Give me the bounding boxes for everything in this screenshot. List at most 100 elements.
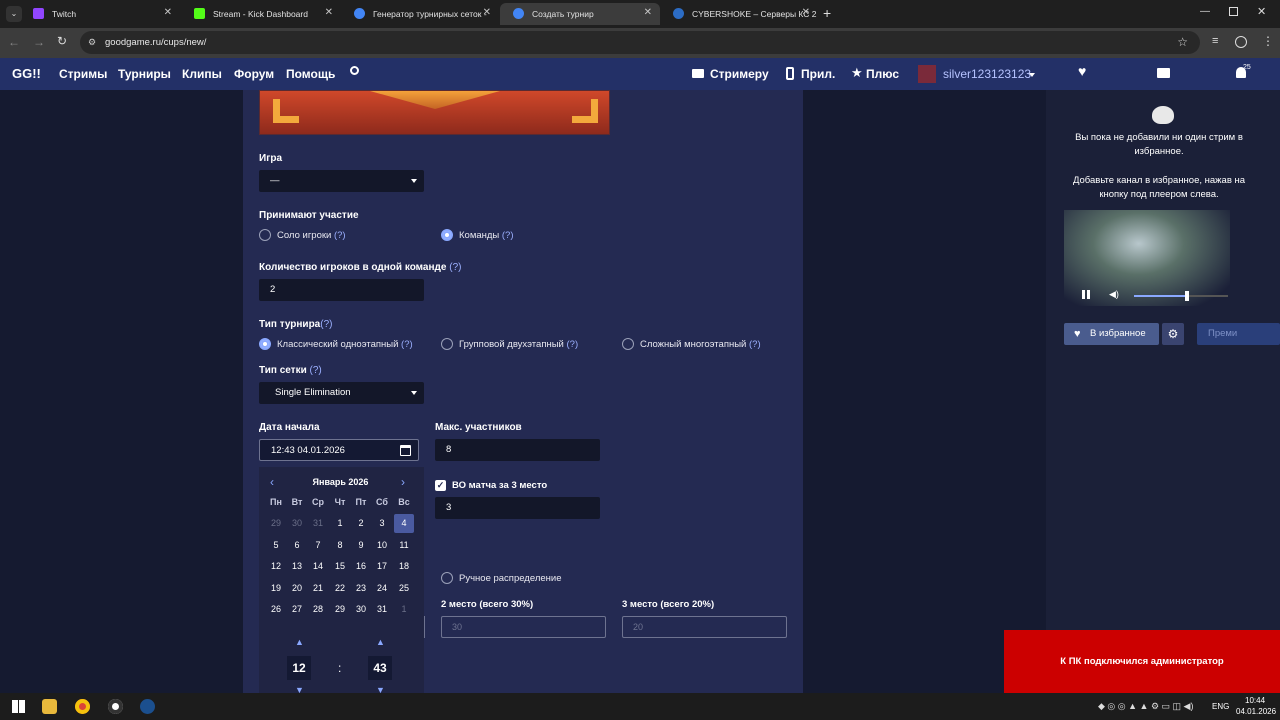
calendar-day[interactable]: 1 bbox=[394, 604, 414, 614]
solo-radio-label[interactable]: Соло игроки (?) bbox=[277, 230, 346, 241]
windows-start-icon[interactable] bbox=[12, 700, 25, 713]
streamer-link[interactable]: Стримеру bbox=[710, 67, 769, 81]
volume-icon[interactable]: ◀) bbox=[1109, 289, 1119, 300]
site-info-icon[interactable]: ⚙ bbox=[88, 31, 96, 54]
bookmark-star-icon[interactable]: ☆ bbox=[1177, 31, 1188, 54]
restore-icon[interactable] bbox=[1229, 7, 1238, 16]
calendar-day[interactable]: 14 bbox=[308, 561, 328, 571]
premium-button[interactable]: Преми bbox=[1197, 323, 1280, 345]
nav-streams[interactable]: Стримы bbox=[59, 67, 107, 81]
calendar-day[interactable]: 20 bbox=[287, 583, 307, 593]
favorites-heart-icon[interactable]: ♥ bbox=[1078, 63, 1086, 79]
group-type-radio[interactable] bbox=[441, 338, 453, 350]
calendar-day[interactable]: 15 bbox=[330, 561, 350, 571]
calendar-day[interactable]: 13 bbox=[287, 561, 307, 571]
calendar-day[interactable]: 18 bbox=[394, 561, 414, 571]
calendar-day[interactable]: 8 bbox=[330, 540, 350, 550]
tab-bracket-generator[interactable]: Генератор турнирных сеток - ✕ bbox=[341, 3, 499, 25]
bracket-type-select[interactable]: Single Elimination bbox=[259, 382, 424, 404]
app-icon[interactable] bbox=[108, 699, 123, 714]
nav-clips[interactable]: Клипы bbox=[182, 67, 222, 81]
help-link[interactable]: (?) bbox=[449, 262, 461, 273]
solo-radio[interactable] bbox=[259, 229, 271, 241]
calendar-day[interactable]: 16 bbox=[351, 561, 371, 571]
chrome-icon[interactable] bbox=[75, 699, 90, 714]
gg-logo[interactable]: GG!! bbox=[12, 66, 41, 81]
tab-create-tournament[interactable]: Создать турнир ✕ bbox=[500, 3, 660, 25]
calendar-day[interactable]: 26 bbox=[266, 604, 286, 614]
media-controls-icon[interactable]: ≡ bbox=[1212, 35, 1218, 47]
teams-radio[interactable] bbox=[441, 229, 453, 241]
address-bar[interactable]: ⚙ goodgame.ru/cups/new/ ☆ bbox=[80, 31, 1200, 54]
forward-icon[interactable]: → bbox=[33, 35, 45, 49]
close-tab-icon[interactable]: ✕ bbox=[164, 7, 172, 18]
calendar-day[interactable]: 30 bbox=[351, 604, 371, 614]
avatar[interactable] bbox=[918, 65, 936, 83]
calendar-icon[interactable] bbox=[400, 445, 411, 456]
help-link[interactable]: (?) bbox=[567, 339, 579, 350]
app-link[interactable]: Прил. bbox=[801, 67, 835, 81]
system-tray-icons[interactable]: ◆ ◎ ◎ ▲ ▲ ⚙ ▭ ◫ ◀) bbox=[1098, 701, 1193, 712]
help-link[interactable]: (?) bbox=[310, 365, 322, 376]
reload-icon[interactable]: ↻ bbox=[57, 34, 67, 48]
third-place-input[interactable]: 20 bbox=[622, 616, 787, 638]
close-window-icon[interactable]: ✕ bbox=[1257, 5, 1266, 18]
calendar-day[interactable]: 5 bbox=[266, 540, 286, 550]
tab-twitch[interactable]: Twitch ✕ bbox=[20, 3, 180, 25]
manual-distribution-label[interactable]: Ручное распределение bbox=[459, 573, 561, 584]
calendar-day[interactable]: 12 bbox=[266, 561, 286, 571]
help-link[interactable]: (?) bbox=[502, 230, 514, 241]
nav-forum[interactable]: Форум bbox=[234, 67, 274, 81]
calendar-day[interactable]: 9 bbox=[351, 540, 371, 550]
nav-help[interactable]: Помощь bbox=[286, 67, 335, 81]
player-settings-gear-icon[interactable]: ⚙ bbox=[1162, 323, 1184, 345]
profile-icon[interactable] bbox=[1235, 36, 1247, 48]
volume-slider[interactable] bbox=[1134, 291, 1228, 301]
teams-radio-label[interactable]: Команды (?) bbox=[459, 230, 514, 241]
help-link[interactable]: (?) bbox=[334, 230, 346, 241]
bo3-input[interactable]: 3 bbox=[435, 497, 600, 519]
calendar-month-title[interactable]: Январь 2026 bbox=[259, 477, 422, 487]
second-place-input[interactable]: 30 bbox=[441, 616, 606, 638]
team-size-input[interactable]: 2 bbox=[259, 279, 424, 301]
calendar-day[interactable]: 31 bbox=[308, 518, 328, 528]
calendar-day[interactable]: 4 bbox=[394, 514, 414, 533]
close-tab-icon[interactable]: ✕ bbox=[802, 7, 810, 18]
tab-cybershoke[interactable]: CYBERSHOKE – Серверы КС 2 ✕ bbox=[660, 3, 818, 25]
hour-value[interactable]: 12 bbox=[287, 656, 311, 680]
close-tab-icon[interactable]: ✕ bbox=[325, 7, 333, 18]
help-link[interactable]: (?) bbox=[320, 319, 332, 330]
help-link[interactable]: (?) bbox=[401, 339, 413, 350]
calendar-day[interactable]: 27 bbox=[287, 604, 307, 614]
group-type-label[interactable]: Групповой двухэтапный (?) bbox=[459, 339, 578, 350]
next-month-chevron-icon[interactable]: › bbox=[401, 475, 405, 489]
complex-type-radio[interactable] bbox=[622, 338, 634, 350]
help-link[interactable]: (?) bbox=[749, 339, 761, 350]
language-indicator[interactable]: ENG bbox=[1212, 702, 1229, 711]
calendar-day[interactable]: 1 bbox=[330, 518, 350, 528]
calendar-day[interactable]: 31 bbox=[372, 604, 392, 614]
calendar-day[interactable]: 11 bbox=[394, 540, 414, 550]
back-icon[interactable]: ← bbox=[8, 35, 20, 49]
browser-menu-icon[interactable]: ⋮ bbox=[1262, 34, 1274, 48]
calendar-day[interactable]: 7 bbox=[308, 540, 328, 550]
steam-icon[interactable] bbox=[140, 699, 155, 714]
plus-link[interactable]: Плюс bbox=[866, 67, 899, 81]
pause-icon[interactable] bbox=[1082, 290, 1090, 299]
classic-type-label[interactable]: Классический одноэтапный (?) bbox=[277, 339, 413, 350]
minute-up-chevron-icon[interactable]: ▲ bbox=[376, 637, 385, 647]
clock-date[interactable]: 04.01.2026 bbox=[1236, 707, 1276, 716]
calendar-day[interactable]: 17 bbox=[372, 561, 392, 571]
calendar-day[interactable]: 10 bbox=[372, 540, 392, 550]
new-tab-button[interactable]: + bbox=[823, 5, 831, 21]
game-select[interactable]: — bbox=[259, 170, 424, 192]
calendar-day[interactable]: 21 bbox=[308, 583, 328, 593]
calendar-day[interactable]: 29 bbox=[330, 604, 350, 614]
max-participants-input[interactable]: 8 bbox=[435, 439, 600, 461]
clock-time[interactable]: 10:44 bbox=[1245, 696, 1265, 705]
calendar-day[interactable]: 2 bbox=[351, 518, 371, 528]
calendar-day[interactable]: 19 bbox=[266, 583, 286, 593]
start-date-input[interactable]: 12:43 04.01.2026 bbox=[259, 439, 419, 461]
calendar-day[interactable]: 22 bbox=[330, 583, 350, 593]
calendar-day[interactable]: 30 bbox=[287, 518, 307, 528]
